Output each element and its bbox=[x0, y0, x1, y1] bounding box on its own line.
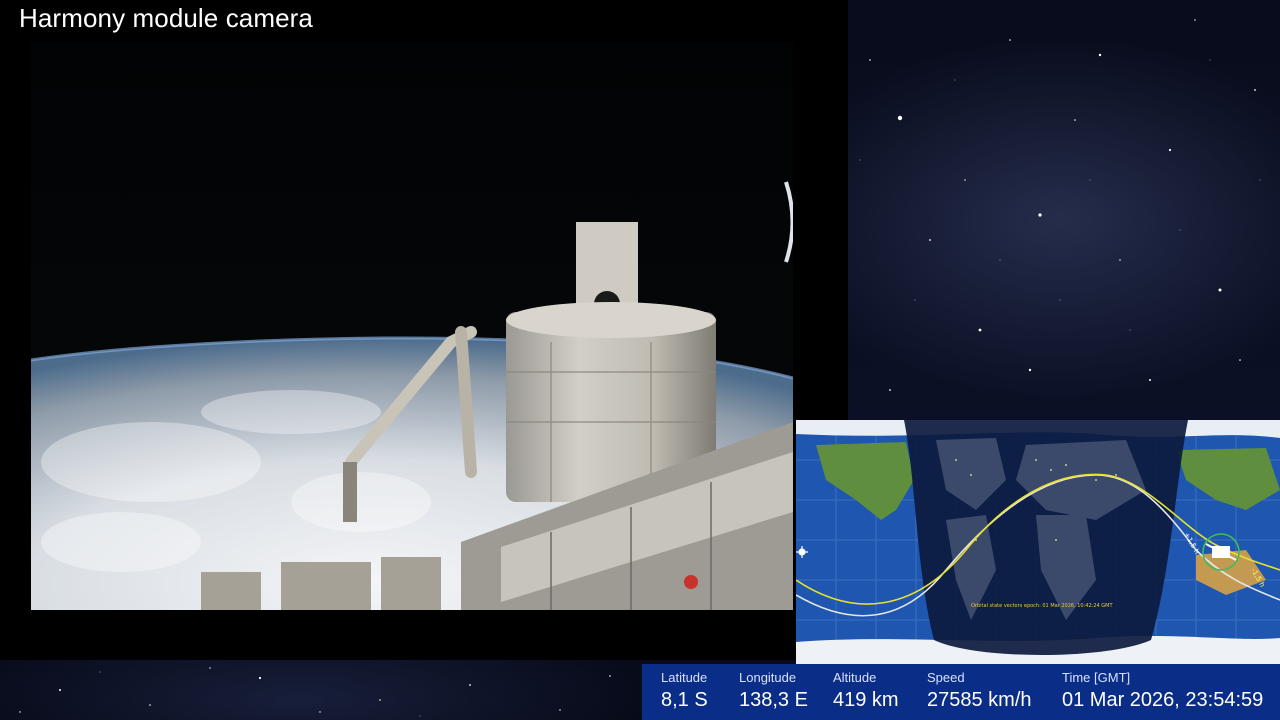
speed-field: Speed 27585 km/h bbox=[927, 670, 1032, 712]
altitude-value: 419 km bbox=[833, 689, 899, 711]
latitude-value: 8,1 S bbox=[661, 689, 708, 711]
altitude-label: Altitude bbox=[833, 670, 877, 685]
time-field: Time [GMT] 01 Mar 2026, 23:54:59 bbox=[1062, 670, 1263, 712]
latitude-label: Latitude bbox=[661, 670, 708, 685]
longitude-field: Longitude 138,3 E bbox=[739, 670, 808, 712]
camera-video[interactable] bbox=[31, 42, 793, 610]
latitude-field: Latitude 8,1 S bbox=[661, 670, 708, 712]
camera-feed-image bbox=[31, 42, 793, 610]
ground-track-map[interactable]: Orbital state vectors epoch: 01 Mar 2026… bbox=[796, 420, 1280, 664]
speed-value: 27585 km/h bbox=[927, 689, 1032, 711]
telemetry-bar: Latitude 8,1 S Longitude 138,3 E Altitud… bbox=[642, 664, 1280, 720]
altitude-field: Altitude 419 km bbox=[833, 670, 899, 712]
longitude-label: Longitude bbox=[739, 670, 797, 685]
epoch-label: Orbital state vectors epoch: 01 Mar 2026… bbox=[971, 603, 1113, 609]
time-label: Time [GMT] bbox=[1062, 670, 1131, 685]
world-map: Orbital state vectors epoch: 01 Mar 2026… bbox=[796, 420, 1280, 664]
time-value: 01 Mar 2026, 23:54:59 bbox=[1062, 689, 1264, 711]
camera-title: Harmony module camera bbox=[19, 3, 313, 33]
speed-label: Speed bbox=[927, 670, 965, 685]
longitude-value: 138,3 E bbox=[739, 689, 808, 711]
